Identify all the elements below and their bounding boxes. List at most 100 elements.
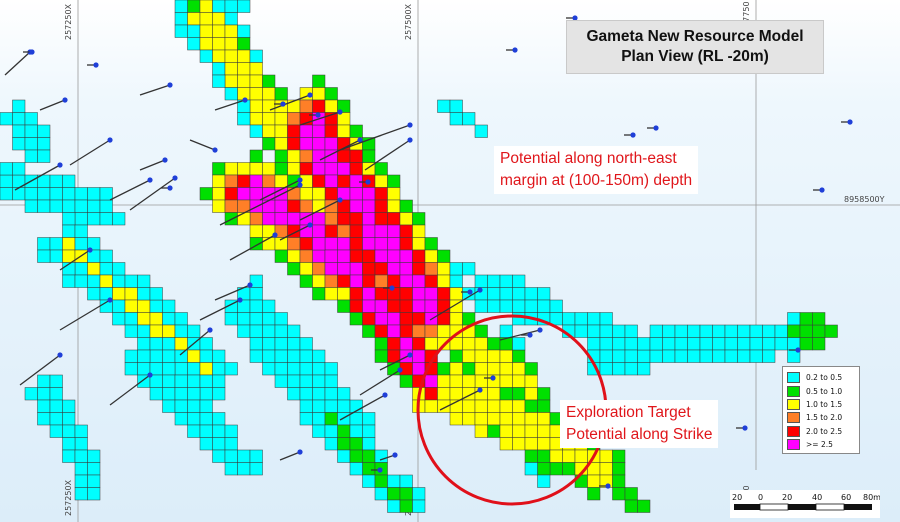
grade-block: [374, 474, 388, 488]
grade-block: [312, 87, 326, 101]
grade-block: [474, 374, 488, 388]
grade-block: [374, 162, 388, 176]
grade-block: [812, 324, 826, 338]
drill-collar: [847, 119, 853, 125]
grade-block: [499, 349, 513, 363]
grade-block: [49, 399, 63, 413]
legend-swatch: [787, 385, 800, 397]
grade-block: [249, 87, 263, 101]
grade-block: [99, 199, 113, 213]
grade-block: [724, 349, 738, 363]
grade-block: [374, 174, 388, 188]
grade-block: [524, 462, 538, 476]
drill-collar: [237, 297, 243, 303]
grade-block: [374, 212, 388, 226]
grade-block: [349, 424, 363, 438]
grade-block: [462, 362, 476, 376]
grade-block: [399, 487, 413, 501]
grade-block: [212, 12, 226, 26]
grade-block: [312, 374, 326, 388]
grade-block: [512, 437, 526, 451]
grade-block: [324, 124, 338, 138]
grade-block: [374, 299, 388, 313]
grade-block: [137, 337, 151, 351]
legend-label: 0.5 to 1.0: [806, 386, 843, 396]
grade-block: [224, 199, 238, 213]
scale-label: 20: [782, 493, 792, 502]
grade-block: [274, 312, 288, 326]
grade-block: [137, 362, 151, 376]
grade-block: [12, 187, 26, 201]
grade-block: [337, 174, 351, 188]
grade-block: [424, 237, 438, 251]
grade-block: [312, 237, 326, 251]
grade-block: [224, 0, 238, 13]
grade-block: [0, 187, 13, 201]
legend-row: 1.5 to 2.0: [787, 411, 855, 424]
grade-block: [37, 187, 51, 201]
grade-block: [374, 274, 388, 288]
exploration-target-note: Exploration Target Potential along Strik…: [560, 400, 719, 448]
grade-block: [249, 99, 263, 113]
grade-block: [324, 437, 338, 451]
grade-block: [49, 187, 63, 201]
grade-block: [699, 337, 713, 351]
grade-block: [87, 199, 101, 213]
grade-block: [87, 487, 101, 501]
grade-block: [312, 212, 326, 226]
grade-block: [412, 249, 426, 263]
grade-block: [312, 149, 326, 163]
grade-block: [587, 324, 601, 338]
grade-block: [37, 399, 51, 413]
drill-collar: [57, 162, 63, 168]
grade-block: [324, 212, 338, 226]
grade-block: [224, 362, 238, 376]
grade-block: [799, 312, 813, 326]
legend-swatch: [787, 372, 800, 384]
grade-block: [474, 124, 488, 138]
grade-block: [487, 362, 501, 376]
grade-block: [674, 337, 688, 351]
grade-block: [537, 412, 551, 426]
drill-collar: [147, 372, 153, 378]
grade-block: [387, 274, 401, 288]
grade-block: [399, 337, 413, 351]
grade-block: [212, 49, 226, 63]
grade-block: [537, 387, 551, 401]
grade-block: [574, 449, 588, 463]
grade-block: [399, 312, 413, 326]
grade-block: [362, 424, 376, 438]
grade-block: [512, 424, 526, 438]
grade-block: [112, 212, 126, 226]
grade-block: [87, 262, 101, 276]
drill-collar: [57, 352, 63, 358]
grade-block: [224, 449, 238, 463]
grade-block: [399, 274, 413, 288]
grade-block: [549, 462, 563, 476]
grade-block: [762, 349, 776, 363]
grade-block: [512, 362, 526, 376]
legend-label: 2.0 to 2.5: [806, 426, 843, 436]
grade-block: [349, 312, 363, 326]
grade-block: [512, 349, 526, 363]
grade-block: [512, 287, 526, 301]
grade-block: [112, 299, 126, 313]
grade-block: [199, 24, 213, 38]
grade-block: [74, 449, 88, 463]
grade-block: [437, 324, 451, 338]
drill-collar: [382, 392, 388, 398]
grade-block: [362, 462, 376, 476]
grade-block: [237, 174, 251, 188]
drill-collar: [365, 179, 371, 185]
grade-block: [499, 299, 513, 313]
grade-block: [762, 337, 776, 351]
grade-block: [412, 312, 426, 326]
grade-block: [387, 474, 401, 488]
grade-block: [412, 499, 426, 513]
grade-block: [524, 362, 538, 376]
grade-block: [237, 462, 251, 476]
grade-block: [87, 187, 101, 201]
grade-block: [324, 399, 338, 413]
grade-block: [487, 299, 501, 313]
grade-block: [499, 412, 513, 426]
